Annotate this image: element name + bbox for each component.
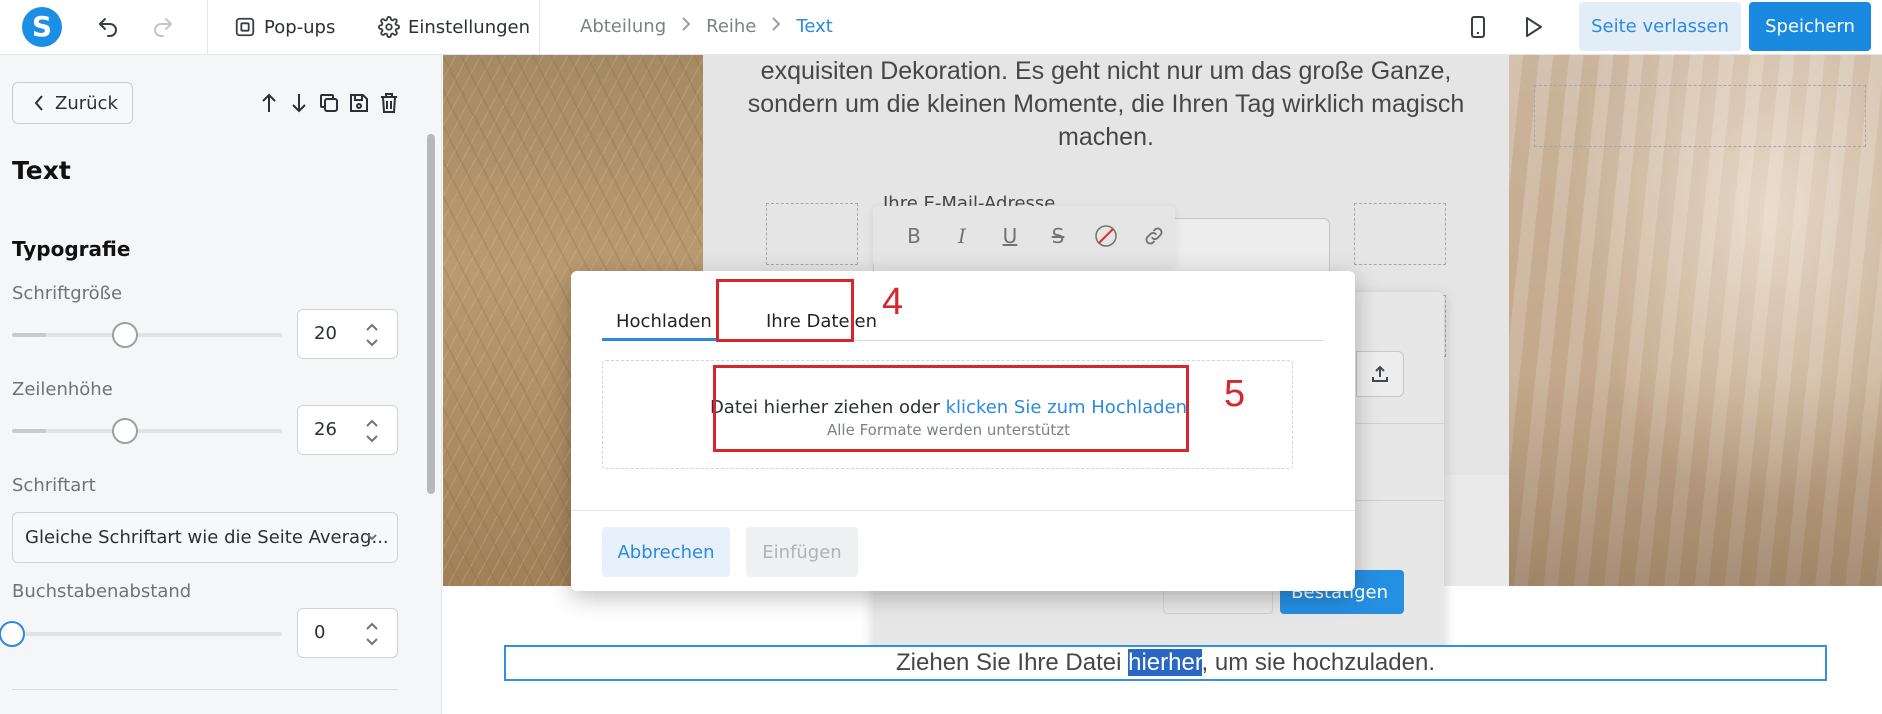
settings-label: Einstellungen [408, 16, 531, 38]
font-size-slider[interactable] [12, 322, 282, 348]
line-height-label: Zeilenhöhe [12, 379, 113, 400]
element-actions [258, 90, 400, 116]
popups-button[interactable]: Pop-ups [234, 12, 335, 42]
font-size-slider-fill [12, 333, 47, 337]
mobile-preview-icon[interactable] [1465, 14, 1491, 40]
line-height-slider-thumb[interactable] [112, 418, 139, 444]
font-family-label: Schriftart [12, 475, 96, 496]
top-toolbar: S Pop-ups Einstellungen Abteilung Reihe … [0, 0, 1882, 55]
annotation-box-5 [713, 365, 1189, 452]
font-family-value: Gleiche Schriftart wie die Seite Averag.… [25, 527, 389, 548]
app-logo: S [22, 7, 62, 47]
letter-spacing-slider[interactable] [0, 621, 282, 647]
save-button[interactable]: Speichern [1749, 2, 1871, 51]
back-button[interactable]: Zurück [12, 82, 133, 124]
chevron-down-icon [367, 534, 377, 541]
font-size-label: Schriftgröße [12, 283, 123, 304]
panel-scrollbar[interactable] [427, 134, 435, 494]
move-up-icon[interactable] [258, 90, 280, 116]
letter-spacing-label: Buchstabenabstand [12, 581, 192, 602]
letter-spacing-slider-thumb[interactable] [0, 621, 25, 647]
letter-spacing-input[interactable]: 0 [297, 608, 398, 658]
font-size-input[interactable]: 20 [297, 309, 398, 359]
stepper-icon [366, 622, 378, 646]
font-family-select[interactable]: Gleiche Schriftart wie die Seite Averag.… [12, 512, 398, 563]
typography-heading: Typografie [12, 237, 131, 261]
modal-tabs: Hochladen Ihre Dateien [602, 296, 1324, 341]
annotation-number-4: 4 [882, 281, 904, 323]
play-preview-icon[interactable] [1519, 14, 1545, 40]
trash-icon[interactable] [378, 90, 400, 116]
toolbar-divider [539, 0, 540, 55]
gear-icon [378, 16, 400, 38]
breadcrumb-item-section[interactable]: Abteilung [580, 16, 666, 37]
move-down-icon[interactable] [288, 90, 310, 116]
cancel-button[interactable]: Abbrechen [602, 527, 730, 577]
toolbar-divider [207, 0, 208, 55]
save-block-icon[interactable] [348, 90, 370, 116]
annotation-box-4 [716, 279, 854, 342]
leave-page-button[interactable]: Seite verlassen [1579, 2, 1741, 51]
popups-label: Pop-ups [264, 16, 336, 38]
breadcrumb-item-row[interactable]: Reihe [706, 16, 756, 37]
stepper-icon [366, 419, 378, 443]
annotation-number-5: 5 [1224, 373, 1246, 415]
properties-panel: Zurück Text Typografie Schriftgröße 20 Z… [0, 55, 442, 714]
settings-button[interactable]: Einstellungen [378, 12, 530, 42]
duplicate-icon[interactable] [318, 90, 340, 116]
line-height-value: 26 [314, 419, 337, 440]
insert-button[interactable]: Einfügen [746, 527, 858, 577]
line-height-input[interactable]: 26 [297, 405, 398, 455]
letter-spacing-value: 0 [314, 622, 326, 643]
back-label: Zurück [55, 92, 118, 114]
tab-upload[interactable]: Hochladen [616, 311, 712, 332]
font-size-value: 20 [314, 323, 337, 344]
font-size-slider-thumb[interactable] [112, 322, 139, 348]
redo-icon[interactable] [150, 14, 176, 40]
breadcrumb-item-text: Text [796, 16, 833, 37]
popup-icon [235, 17, 255, 37]
chevron-right-icon [680, 16, 692, 37]
line-height-slider[interactable] [12, 418, 282, 444]
breadcrumb: Abteilung Reihe Text [580, 16, 833, 37]
section-divider [12, 689, 398, 690]
modal-footer-divider [571, 510, 1355, 511]
line-height-slider-fill [12, 429, 47, 433]
stepper-icon [366, 323, 378, 347]
chevron-left-icon [34, 95, 43, 111]
undo-icon[interactable] [95, 14, 121, 40]
panel-title: Text [12, 156, 71, 185]
active-tab-indicator [602, 338, 716, 341]
chevron-right-icon [770, 16, 782, 37]
